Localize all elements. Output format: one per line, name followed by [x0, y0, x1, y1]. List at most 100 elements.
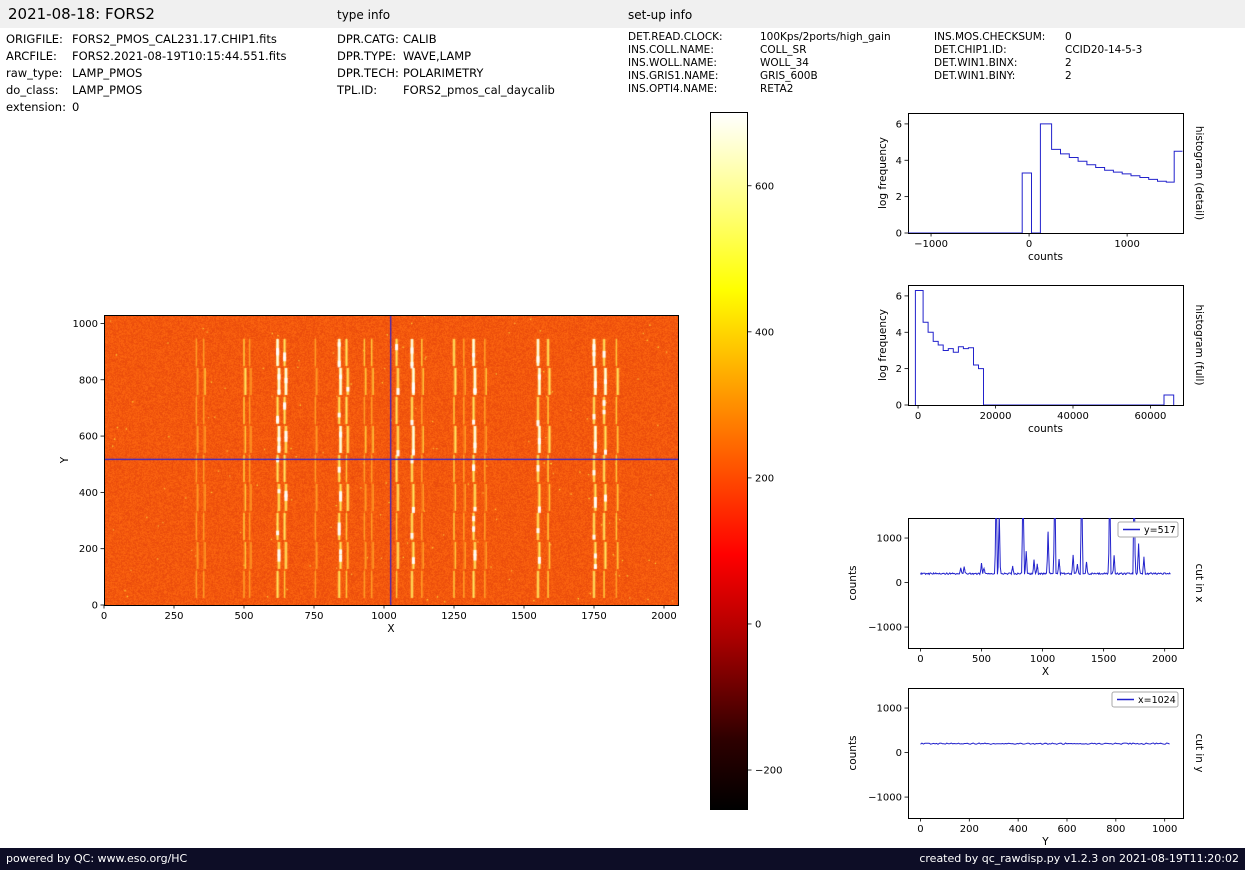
info-value-arcfile: FORS2.2021-08-19T10:15:44.551.fits — [72, 49, 287, 63]
info-label-moschecksum: INS.MOS.CHECKSUM: — [934, 31, 1046, 43]
info-row-arcfile: ARCFILE: FORS2.2021-08-19T10:15:44.551.fi… — [6, 48, 286, 65]
info-row-collname: INS.COLL.NAME: COLL_SR — [628, 44, 891, 57]
svg-text:y=517: y=517 — [1144, 525, 1176, 536]
cut-in-y-plot: 0 200 400 600 800 1000 −1000 0 1000 Ycounts cut in… — [847, 688, 1205, 848]
footer-created-by: created by qc_rawdisp.py v1.2.3 on 2021-… — [919, 852, 1239, 865]
svg-text:x=1024: x=1024 — [1138, 695, 1176, 706]
svg-text:−200: −200 — [755, 766, 782, 777]
svg-text:−1000: −1000 — [868, 623, 902, 634]
svg-text:1500: 1500 — [1091, 654, 1116, 665]
info-value-wollname: WOLL_34 — [760, 56, 809, 69]
svg-text:histogram (detail): histogram (detail) — [1193, 126, 1205, 220]
svg-text:counts: counts — [1028, 251, 1063, 263]
svg-text:counts: counts — [847, 565, 859, 600]
info-row-rawtype: raw_type: LAMP_PMOS — [6, 65, 286, 82]
svg-text:0: 0 — [896, 748, 902, 759]
colorbar — [710, 112, 748, 810]
page-title: 2021-08-18: FORS2 — [8, 5, 155, 23]
info-value-chipid: CCID20-14-5-3 — [1065, 43, 1143, 56]
svg-text:750: 750 — [304, 611, 323, 622]
info-value-dprtype: WAVE,LAMP — [403, 49, 472, 63]
info-row-optiname: INS.OPTI4.NAME: RETA2 — [628, 83, 891, 96]
info-row-doclass: do_class: LAMP_PMOS — [6, 82, 286, 99]
svg-text:0: 0 — [917, 824, 923, 835]
info-value-doclass: LAMP_PMOS — [72, 83, 143, 97]
info-row-dprtech: DPR.TECH: POLARIMETRY — [337, 65, 555, 82]
svg-text:40000: 40000 — [1057, 411, 1089, 422]
info-value-grisname: GRIS_600B — [760, 69, 818, 82]
info-row-origfile: ORIGFILE: FORS2_PMOS_CAL231.17.CHIP1.fits — [6, 31, 286, 48]
svg-text:0: 0 — [896, 401, 902, 412]
footer-bar: powered by QC: www.eso.org/HC created by… — [0, 848, 1245, 870]
setup-info-right-column: INS.MOS.CHECKSUM: 0 DET.CHIP1.ID: CCID20-1… — [934, 31, 1142, 83]
svg-text:800: 800 — [79, 375, 98, 386]
svg-text:counts: counts — [847, 735, 859, 770]
histogram-full-plot: 0 20000 40000 60000 0 2 4 6 counts log frequency h… — [877, 285, 1205, 435]
info-value-dprtech: POLARIMETRY — [403, 66, 484, 80]
svg-text:60000: 60000 — [1135, 411, 1167, 422]
info-label-tplid: TPL.ID: — [337, 83, 378, 97]
info-row-chipid: DET.CHIP1.ID: CCID20-14-5-3 — [934, 44, 1142, 57]
svg-text:1000: 1000 — [73, 319, 98, 330]
info-row-grisname: INS.GRIS1.NAME: GRIS_600B — [628, 70, 891, 83]
info-label-grisname: INS.GRIS1.NAME: — [628, 69, 719, 82]
info-label-binx: DET.WIN1.BINX: — [934, 56, 1018, 69]
svg-text:1000: 1000 — [1114, 239, 1139, 250]
cut-in-x-plot: 0 500 1000 1500 2000−100001000Xcounts cut in … — [847, 518, 1205, 678]
svg-text:0: 0 — [92, 601, 98, 612]
svg-text:0: 0 — [896, 229, 902, 240]
info-label-origfile: ORIGFILE: — [6, 32, 63, 46]
header-bar: 2021-08-18: FORS2 type info set-up info — [0, 0, 1245, 28]
file-info-column: ORIGFILE: FORS2_PMOS_CAL231.17.CHIP1.fits… — [6, 31, 286, 116]
svg-text:0: 0 — [101, 611, 107, 622]
svg-text:X: X — [1042, 666, 1049, 678]
svg-text:X: X — [387, 623, 394, 635]
svg-text:1000: 1000 — [1152, 824, 1177, 835]
svg-text:log frequency: log frequency — [877, 137, 889, 209]
svg-text:400: 400 — [755, 327, 774, 338]
type-info-heading: type info — [337, 8, 391, 22]
svg-text:−1000: −1000 — [868, 793, 902, 804]
colorbar-axis: 600 400 200 0 −200 — [748, 181, 782, 777]
detector-image — [104, 315, 678, 605]
svg-text:1000: 1000 — [877, 534, 902, 545]
info-label-extension: extension: — [6, 100, 66, 114]
svg-text:0: 0 — [917, 654, 923, 665]
svg-text:cut in y: cut in y — [1193, 733, 1205, 772]
svg-text:0: 0 — [755, 619, 761, 630]
info-row-tplid: TPL.ID: FORS2_pmos_cal_daycalib — [337, 82, 555, 99]
info-value-rawtype: LAMP_PMOS — [72, 66, 143, 80]
info-value-biny: 2 — [1065, 69, 1072, 82]
info-value-tplid: FORS2_pmos_cal_daycalib — [403, 83, 555, 97]
svg-text:600: 600 — [79, 432, 98, 443]
info-row-dprtype: DPR.TYPE: WAVE,LAMP — [337, 48, 555, 65]
info-row-binx: DET.WIN1.BINX: 2 — [934, 57, 1142, 70]
svg-text:0: 0 — [1026, 239, 1032, 250]
svg-text:4: 4 — [896, 156, 902, 167]
svg-text:400: 400 — [1009, 824, 1028, 835]
info-value-readclock: 100Kps/2ports/high_gain — [760, 31, 891, 43]
info-label-doclass: do_class: — [6, 83, 59, 97]
info-value-origfile: FORS2_PMOS_CAL231.17.CHIP1.fits — [72, 32, 277, 46]
svg-text:cut in x: cut in x — [1193, 563, 1205, 602]
svg-text:histogram (full): histogram (full) — [1193, 305, 1205, 386]
svg-text:1000: 1000 — [877, 704, 902, 715]
svg-text:400: 400 — [79, 488, 98, 499]
svg-text:250: 250 — [164, 611, 183, 622]
setup-info-heading: set-up info — [628, 8, 693, 22]
info-row-extension: extension: 0 — [6, 99, 286, 116]
qc-report-page: 2021-08-18: FORS2 type info set-up info … — [0, 0, 1245, 870]
info-label-readclock: DET.READ.CLOCK: — [628, 31, 723, 43]
svg-text:0: 0 — [896, 578, 902, 589]
svg-text:−1000: −1000 — [914, 239, 948, 250]
info-label-collname: INS.COLL.NAME: — [628, 43, 714, 56]
info-label-rawtype: raw_type: — [6, 66, 63, 80]
setup-info-left-column: DET.READ.CLOCK: 100Kps/2ports/high_gain I… — [628, 31, 891, 95]
info-value-moschecksum: 0 — [1065, 31, 1072, 43]
svg-text:Y: Y — [1041, 836, 1049, 848]
svg-text:2: 2 — [896, 364, 902, 375]
info-label-dprcatg: DPR.CATG: — [337, 32, 399, 46]
info-label-wollname: INS.WOLL.NAME: — [628, 56, 717, 69]
info-row-wollname: INS.WOLL.NAME: WOLL_34 — [628, 57, 891, 70]
info-value-extension: 0 — [72, 100, 80, 114]
